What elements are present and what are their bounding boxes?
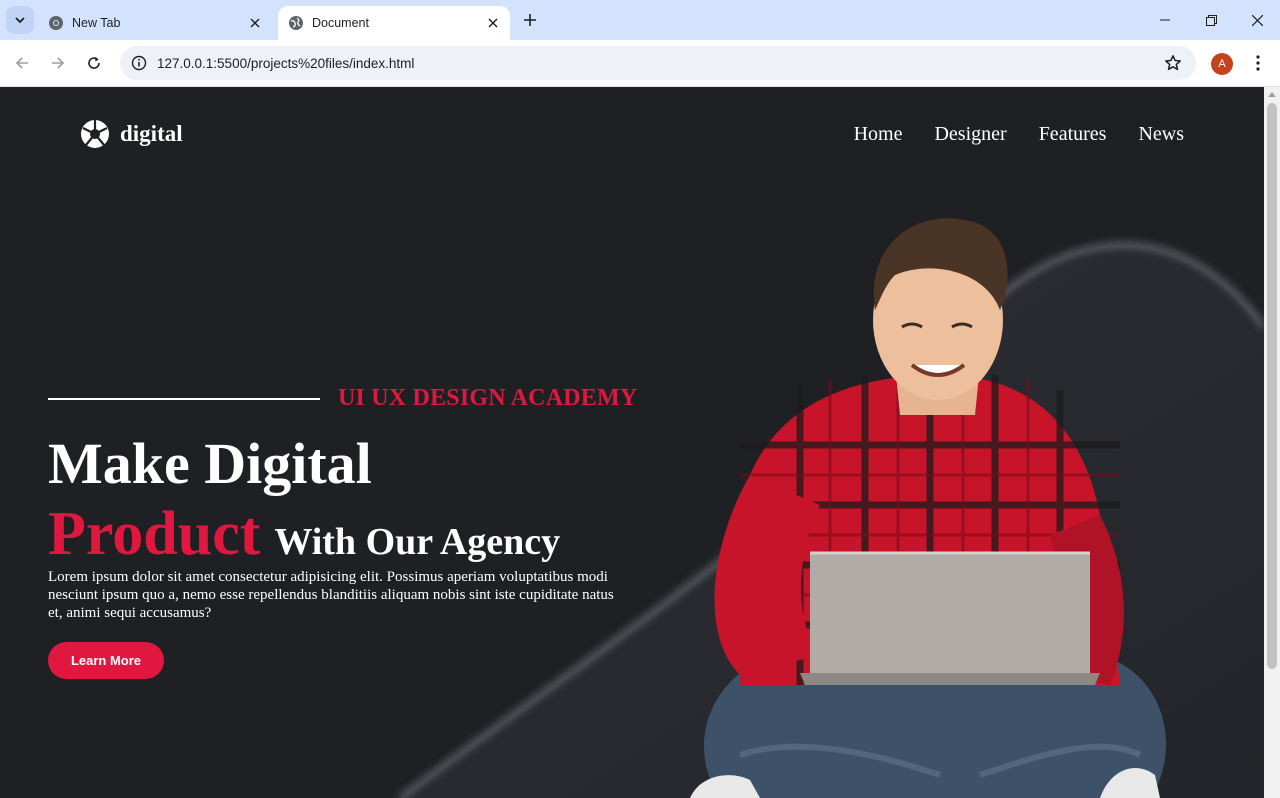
arrow-right-icon	[52, 57, 65, 69]
close-window-button[interactable]	[1234, 0, 1280, 40]
minimize-icon	[1160, 19, 1170, 21]
site-logo[interactable]: digital	[80, 119, 183, 149]
scroll-up-arrow-icon[interactable]	[1268, 92, 1276, 97]
chevron-down-icon	[15, 17, 25, 24]
kicker-divider	[48, 397, 320, 400]
reload-icon	[88, 57, 100, 69]
headline-rest: With Our Agency	[274, 521, 561, 563]
more-vert-icon	[1256, 55, 1260, 71]
nav-features[interactable]: Features	[1039, 123, 1107, 146]
nav-home[interactable]: Home	[854, 123, 903, 146]
tab-search-button[interactable]	[6, 6, 34, 34]
nav-designer[interactable]: Designer	[934, 123, 1006, 146]
forward-button[interactable]	[44, 49, 72, 77]
arrow-left-icon	[15, 57, 28, 69]
tab-strip: New Tab Document	[0, 0, 1280, 40]
restore-button[interactable]	[1188, 0, 1234, 40]
tab-new-tab[interactable]: New Tab	[38, 6, 272, 40]
aperture-icon	[81, 120, 109, 148]
headline-line-2: Product With Our Agency	[48, 499, 560, 570]
kicker-text: UI UX DESIGN ACADEMY	[338, 385, 638, 411]
brand-name: digital	[120, 121, 183, 146]
profile-avatar[interactable]: A	[1211, 53, 1233, 75]
url-text[interactable]: 127.0.0.1:5500/projects%20files/index.ht…	[157, 56, 1156, 71]
hero-kicker: UI UX DESIGN ACADEMY	[48, 385, 637, 412]
new-tab-button[interactable]	[518, 8, 542, 32]
address-bar[interactable]: 127.0.0.1:5500/projects%20files/index.ht…	[120, 46, 1196, 80]
main-nav: Home Designer Features News	[854, 123, 1184, 146]
close-tab-icon[interactable]	[482, 12, 504, 34]
page-viewport: digital Home Designer Features News UI U…	[0, 87, 1264, 798]
learn-more-button[interactable]: Learn More	[48, 642, 164, 679]
headline-highlight: Product	[48, 500, 261, 568]
plus-icon	[524, 14, 536, 26]
tab-document[interactable]: Document	[278, 6, 510, 40]
tab-title: New Tab	[72, 16, 121, 30]
info-icon[interactable]	[122, 46, 156, 80]
globe-icon	[288, 15, 304, 31]
reload-button[interactable]	[80, 49, 108, 77]
browser-toolbar: 127.0.0.1:5500/projects%20files/index.ht…	[0, 40, 1280, 87]
browser-menu-button[interactable]	[1246, 49, 1270, 77]
back-button[interactable]	[8, 49, 36, 77]
restore-icon	[1205, 14, 1217, 26]
scroll-thumb[interactable]	[1267, 103, 1277, 669]
tab-title: Document	[312, 16, 369, 30]
page-scrollbar[interactable]	[1264, 87, 1280, 798]
hero-person-image	[690, 218, 1166, 798]
close-icon	[1251, 14, 1263, 26]
hero-paragraph: Lorem ipsum dolor sit amet consectetur a…	[48, 569, 614, 621]
minimize-button[interactable]	[1142, 0, 1188, 40]
chrome-icon	[48, 15, 64, 31]
star-icon[interactable]	[1156, 46, 1190, 80]
close-tab-icon[interactable]	[244, 12, 266, 34]
headline-line-1: Make Digital	[48, 431, 372, 496]
nav-news[interactable]: News	[1138, 123, 1184, 146]
